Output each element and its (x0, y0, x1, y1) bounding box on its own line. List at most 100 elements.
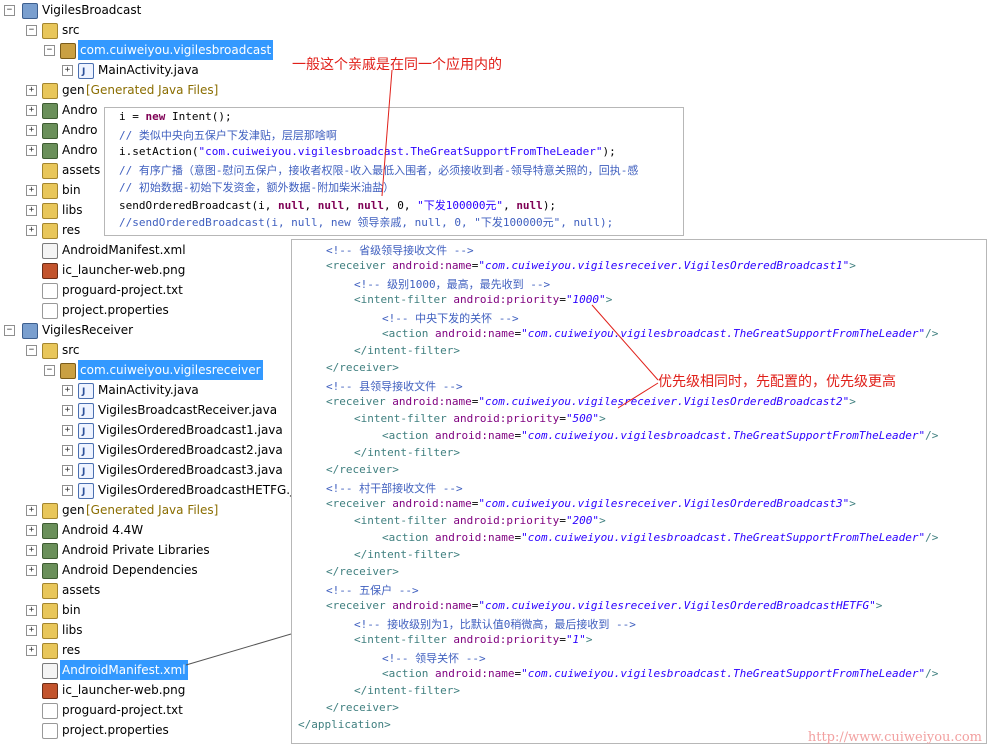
expand-toggle-icon[interactable]: + (62, 445, 73, 456)
expand-toggle-icon[interactable]: + (26, 225, 37, 236)
expand-toggle-icon[interactable]: + (26, 625, 37, 636)
code-token: </intent-filter> (354, 344, 460, 357)
code-token: </receiver> (326, 361, 399, 374)
tree-item[interactable]: − VigilesReceiver (0, 320, 300, 340)
tree-item-label: bin (62, 603, 81, 617)
code-token: android:priority (453, 293, 560, 306)
tree-item[interactable]: AndroidManifest.xml (0, 240, 300, 260)
tree-item[interactable]: − com.cuiweiyou.vigilesbroadcast (0, 40, 300, 60)
tree-item-label: Android Dependencies (62, 563, 198, 577)
tree-item[interactable]: − VigilesBroadcast (0, 0, 300, 20)
tree-item[interactable]: + Android Dependencies (0, 560, 300, 580)
code-token: > (599, 412, 606, 425)
expand-toggle-icon[interactable]: + (26, 145, 37, 156)
code-token: </intent-filter> (354, 548, 460, 561)
code-token: = (559, 514, 566, 527)
expand-toggle-icon[interactable]: + (26, 505, 37, 516)
code-line: // 有序广播（意图-慰问五保户，接收者权限-收入最低入围者，必须接收到者-领导… (119, 162, 638, 178)
tree-item[interactable]: ic_launcher-web.png (0, 680, 300, 700)
tree-item[interactable]: − src (0, 340, 300, 360)
expand-toggle-icon[interactable]: + (26, 605, 37, 616)
tree-item-label: gen (62, 83, 85, 97)
tree-item-label: AndroidManifest.xml (60, 660, 188, 680)
code-token: <!-- 五保户 --> (326, 584, 419, 597)
tree-item-label: Android 4.4W (62, 523, 144, 537)
tree-item-label: VigilesOrderedBroadcast2.java (98, 443, 283, 457)
tree-item[interactable]: + J MainActivity.java (0, 380, 300, 400)
code-line: <action android:name="com.cuiweiyou.vigi… (382, 667, 938, 680)
expand-toggle-icon[interactable]: + (26, 645, 37, 656)
expand-toggle-icon[interactable]: + (26, 185, 37, 196)
tree-item-label: res (62, 223, 81, 237)
tree-item[interactable]: + J VigilesOrderedBroadcast1.java (0, 420, 300, 440)
code-line: <receiver android:name="com.cuiweiyou.vi… (326, 395, 856, 408)
code-token: android:name (434, 327, 515, 340)
expand-toggle-icon[interactable]: + (26, 525, 37, 536)
tree-item[interactable]: − src (0, 20, 300, 40)
code-token: </receiver> (326, 463, 399, 476)
expand-toggle-icon[interactable]: + (26, 125, 37, 136)
expand-toggle-icon[interactable]: + (62, 425, 73, 436)
code-token: android:priority (453, 412, 560, 425)
library-icon (42, 123, 58, 139)
collapse-toggle-icon[interactable]: − (4, 325, 15, 336)
tree-item[interactable]: project.properties (0, 720, 300, 740)
tree-item-label: project.properties (62, 303, 169, 317)
tree-item[interactable]: ic_launcher-web.png (0, 260, 300, 280)
java-letter-icon: J (82, 407, 86, 417)
code-line: </intent-filter> (354, 446, 460, 459)
expand-toggle-icon[interactable]: + (62, 385, 73, 396)
code-token: <action (382, 429, 435, 442)
tree-item-label: libs (62, 203, 83, 217)
code-token: //sendOrderedBroadcast(i, null, new 领导亲戚… (119, 215, 614, 229)
code-token: , 0, (383, 198, 418, 212)
text-file-icon (42, 283, 58, 299)
code-token: <action (382, 531, 435, 544)
tree-item-label: bin (62, 183, 81, 197)
tree-item-suffix: [Generated Java Files] (86, 83, 219, 97)
tree-item[interactable]: + J VigilesBroadcastReceiver.java (0, 400, 300, 420)
code-token: "1" (565, 633, 586, 646)
tree-item[interactable]: − com.cuiweiyou.vigilesreceiver (0, 360, 300, 380)
tree-item[interactable]: + gen [Generated Java Files] (0, 500, 300, 520)
expand-toggle-icon[interactable]: + (26, 85, 37, 96)
expand-toggle-icon[interactable]: + (26, 565, 37, 576)
tree-item[interactable]: + J VigilesOrderedBroadcastHETFG.ja (0, 480, 301, 500)
collapse-toggle-icon[interactable]: − (44, 45, 55, 56)
collapse-toggle-icon[interactable]: − (26, 25, 37, 36)
expand-toggle-icon[interactable]: + (62, 465, 73, 476)
collapse-toggle-icon[interactable]: − (26, 345, 37, 356)
expand-toggle-icon[interactable]: + (62, 405, 73, 416)
collapse-toggle-icon[interactable]: − (4, 5, 15, 16)
tree-item[interactable]: + Android 4.4W (0, 520, 300, 540)
tree-item[interactable]: proguard-project.txt (0, 700, 300, 720)
tree-item-label: VigilesBroadcastReceiver.java (98, 403, 278, 417)
collapse-toggle-icon[interactable]: − (44, 365, 55, 376)
java-file-icon: J (78, 63, 94, 79)
code-token: <receiver (326, 497, 393, 510)
tree-item[interactable]: + J VigilesOrderedBroadcast2.java (0, 440, 300, 460)
tree-item-label: Android Private Libraries (62, 543, 210, 557)
tree-item[interactable]: + gen [Generated Java Files] (0, 80, 300, 100)
code-token: "下发100000元" (417, 198, 504, 212)
tree-item[interactable]: + Android Private Libraries (0, 540, 300, 560)
tree-item[interactable]: assets (0, 580, 300, 600)
tree-item[interactable]: + J MainActivity.java (0, 60, 300, 80)
tree-item[interactable]: + bin (0, 600, 300, 620)
tree-item[interactable]: + J VigilesOrderedBroadcast3.java (0, 460, 300, 480)
code-token: "com.cuiweiyou.vigilesbroadcast.TheGreat… (521, 327, 926, 340)
expand-toggle-icon[interactable]: + (26, 205, 37, 216)
expand-toggle-icon[interactable]: + (26, 105, 37, 116)
tree-item[interactable]: + libs (0, 620, 300, 640)
package-icon (60, 363, 76, 379)
tree-item[interactable]: proguard-project.txt (0, 280, 300, 300)
tree-item[interactable]: AndroidManifest.xml (0, 660, 300, 680)
tree-item[interactable]: project.properties (0, 300, 300, 320)
expand-toggle-icon[interactable]: + (26, 545, 37, 556)
expand-toggle-icon[interactable]: + (62, 485, 73, 496)
tree-item-label: VigilesOrderedBroadcast1.java (98, 423, 283, 437)
java-file-icon: J (78, 463, 94, 479)
tree-item[interactable]: + res (0, 640, 300, 660)
code-line: <!-- 村干部接收文件 --> (326, 480, 463, 496)
expand-toggle-icon[interactable]: + (62, 65, 73, 76)
